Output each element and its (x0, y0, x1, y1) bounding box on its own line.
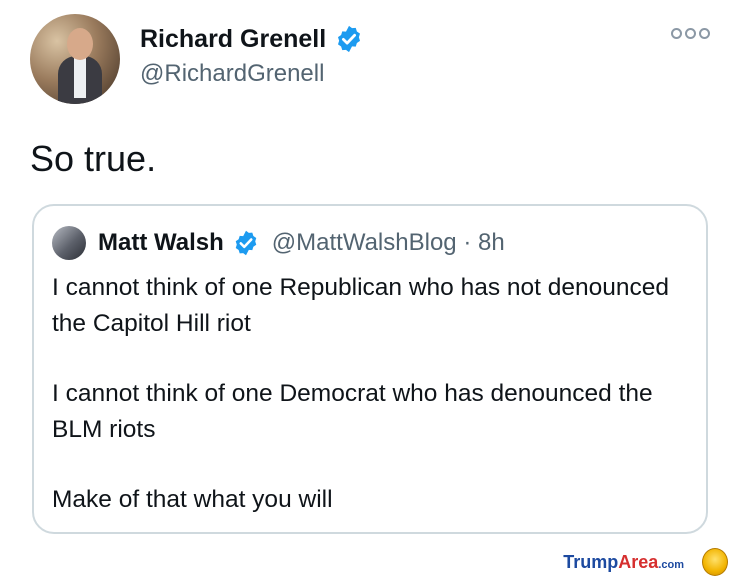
quoted-tweet-body: I cannot think of one Republican who has… (52, 270, 692, 552)
quoted-author-avatar[interactable] (52, 226, 86, 260)
quoted-author-handle[interactable]: @MattWalshBlog (272, 229, 457, 257)
more-dot (699, 28, 710, 39)
author-name[interactable]: Richard Grenell (140, 25, 326, 54)
verified-badge-icon (235, 230, 257, 256)
quoted-tweet-paragraph: Make of that what you will (52, 486, 333, 513)
quoted-tweet-time[interactable]: 8h (478, 229, 505, 257)
tweet-text: So true. (30, 138, 157, 179)
quoted-tweet-header: Matt Walsh @MattWalshBlog · 8h (52, 226, 505, 260)
meta-separator: · (456, 229, 478, 256)
quoted-tweet-paragraph: I cannot think of one Democrat who has d… (52, 380, 653, 443)
watermark: TrumpArea.com (563, 548, 728, 576)
quoted-author-name[interactable]: Matt Walsh (98, 229, 224, 257)
avatar-figure-head (67, 28, 93, 60)
brand-suffix: .com (658, 558, 684, 571)
more-dot (671, 28, 682, 39)
brand-accent: Area (618, 551, 659, 572)
mascot-logo-icon (702, 548, 728, 576)
watermark-brand: TrumpArea.com (563, 552, 684, 573)
more-options-icon[interactable] (671, 28, 710, 39)
author-handle[interactable]: @RichardGrenell (140, 60, 324, 88)
quoted-tweet-card[interactable]: Matt Walsh @MattWalshBlog · 8h I cannot … (32, 204, 708, 534)
avatar-figure-shirt (74, 58, 86, 98)
author-avatar[interactable] (30, 14, 120, 104)
author-name-row[interactable]: Richard Grenell (140, 24, 364, 54)
quoted-tweet-paragraph: I cannot think of one Republican who has… (52, 274, 670, 337)
brand-main: Trump (563, 551, 619, 572)
verified-badge-icon (338, 25, 361, 53)
more-dot (685, 28, 696, 39)
